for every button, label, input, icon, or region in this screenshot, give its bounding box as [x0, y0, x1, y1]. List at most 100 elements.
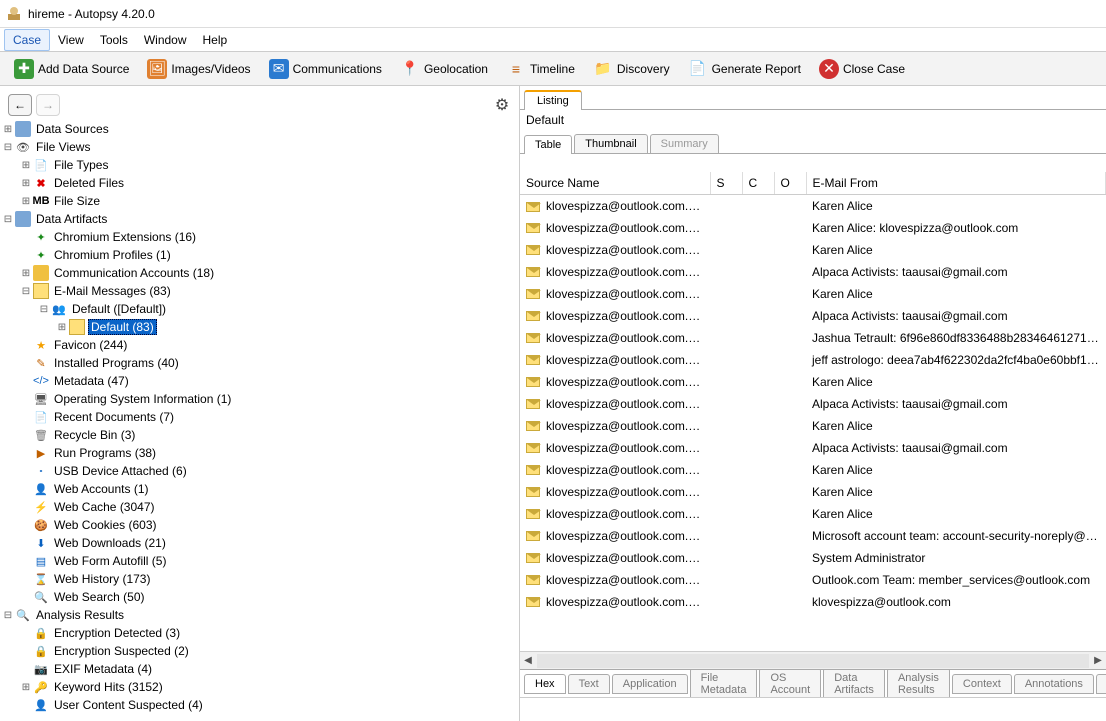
- scroll-track[interactable]: [537, 654, 1089, 668]
- tree-metadata[interactable]: Metadata (47): [52, 374, 131, 388]
- menu-case[interactable]: Case: [4, 29, 50, 51]
- expand-icon[interactable]: ⊞: [20, 160, 32, 171]
- tree-web-dl[interactable]: Web Downloads (21): [52, 536, 168, 550]
- tree-chrome-ext[interactable]: Chromium Extensions (16): [52, 230, 198, 244]
- scroll-left-icon[interactable]: ◀: [520, 655, 536, 666]
- table-row[interactable]: klovespizza@outlook.com.ostKaren Alice: [520, 503, 1106, 525]
- geolocation-button[interactable]: 📍 Geolocation: [392, 56, 496, 82]
- tree-web-cache[interactable]: Web Cache (3047): [52, 500, 157, 514]
- tree-data-artifacts[interactable]: Data Artifacts: [34, 212, 109, 226]
- col-email-from[interactable]: E-Mail From: [806, 172, 1106, 195]
- tree-comm-accts[interactable]: Communication Accounts (18): [52, 266, 216, 280]
- btab-text[interactable]: Text: [568, 674, 610, 694]
- expand-icon[interactable]: ⊞: [20, 682, 32, 693]
- add-data-source-button[interactable]: ✚ Add Data Source: [6, 56, 137, 82]
- col-c[interactable]: C: [742, 172, 774, 195]
- table-row[interactable]: klovespizza@outlook.com.ostAlpaca Activi…: [520, 437, 1106, 459]
- tree-panel[interactable]: ← → ⚙ ⊞Data Sources ⊟👁File Views ⊞📄File …: [0, 86, 520, 721]
- expand-icon[interactable]: ⊞: [20, 178, 32, 189]
- btab-application[interactable]: Application: [612, 674, 688, 694]
- view-tab-summary[interactable]: Summary: [650, 134, 719, 153]
- menu-view[interactable]: View: [50, 30, 92, 50]
- tab-listing[interactable]: Listing: [524, 90, 582, 110]
- btab-other[interactable]: Other: [1096, 674, 1106, 694]
- table-row[interactable]: klovespizza@outlook.com.ostJashua Tetrau…: [520, 327, 1106, 349]
- table-row[interactable]: klovespizza@outlook.com.ostjeff astrolog…: [520, 349, 1106, 371]
- timeline-button[interactable]: ≡ Timeline: [498, 56, 583, 82]
- results-table-wrap[interactable]: Source Name S C O E-Mail From klovespizz…: [520, 172, 1106, 651]
- table-row[interactable]: klovespizza@outlook.com.ostMicrosoft acc…: [520, 525, 1106, 547]
- btab-file-metadata[interactable]: File Metadata: [690, 669, 758, 697]
- table-row[interactable]: klovespizza@outlook.com.ostAlpaca Activi…: [520, 393, 1106, 415]
- col-o[interactable]: O: [774, 172, 806, 195]
- horizontal-scrollbar[interactable]: ◀ ▶: [520, 651, 1106, 669]
- tree-web-cookies[interactable]: Web Cookies (603): [52, 518, 159, 532]
- tree-user-content[interactable]: User Content Suspected (4): [52, 698, 205, 712]
- tree-web-search[interactable]: Web Search (50): [52, 590, 147, 604]
- menu-window[interactable]: Window: [136, 30, 195, 50]
- gear-icon[interactable]: ⚙: [491, 94, 513, 116]
- tree-default-selected[interactable]: Default (83): [88, 319, 157, 335]
- expand-icon[interactable]: ⊞: [20, 268, 32, 279]
- tree-installed[interactable]: Installed Programs (40): [52, 356, 181, 370]
- expand-icon[interactable]: ⊞: [56, 322, 68, 333]
- nav-back-button[interactable]: ←: [8, 94, 32, 116]
- expand-icon[interactable]: ⊞: [20, 196, 32, 207]
- table-row[interactable]: klovespizza@outlook.com.ostKaren Alice: [520, 195, 1106, 217]
- tree-enc-detect[interactable]: Encryption Detected (3): [52, 626, 182, 640]
- table-row[interactable]: klovespizza@outlook.com.ostOutlook.com T…: [520, 569, 1106, 591]
- table-row[interactable]: klovespizza@outlook.com.ostklovespizza@o…: [520, 591, 1106, 613]
- tree-web-hist[interactable]: Web History (173): [52, 572, 152, 586]
- menu-tools[interactable]: Tools: [92, 30, 136, 50]
- view-tab-thumbnail[interactable]: Thumbnail: [574, 134, 647, 153]
- close-case-button[interactable]: ✕ Close Case: [811, 56, 913, 82]
- tree-chrome-prof[interactable]: Chromium Profiles (1): [52, 248, 173, 262]
- images-videos-button[interactable]: 🖼 Images/Videos: [139, 56, 258, 82]
- btab-os-account[interactable]: OS Account: [759, 669, 821, 697]
- tree-kw-hits[interactable]: Keyword Hits (3152): [52, 680, 165, 694]
- tree-data-sources[interactable]: Data Sources: [34, 122, 111, 136]
- tree-enc-susp[interactable]: Encryption Suspected (2): [52, 644, 191, 658]
- col-source-name[interactable]: Source Name: [520, 172, 710, 195]
- collapse-icon[interactable]: ⊟: [38, 304, 50, 315]
- tree-recycle[interactable]: Recycle Bin (3): [52, 428, 137, 442]
- tree-email-messages[interactable]: E-Mail Messages (83): [52, 284, 173, 298]
- btab-analysis-results[interactable]: Analysis Results: [887, 669, 950, 697]
- table-row[interactable]: klovespizza@outlook.com.ostKaren Alice: …: [520, 217, 1106, 239]
- tree-web-acct[interactable]: Web Accounts (1): [52, 482, 151, 496]
- tree-analysis-results[interactable]: Analysis Results: [34, 608, 126, 622]
- expand-icon[interactable]: ⊞: [2, 124, 14, 135]
- nav-forward-button[interactable]: →: [36, 94, 60, 116]
- btab-hex[interactable]: Hex: [524, 674, 566, 694]
- table-row[interactable]: klovespizza@outlook.com.ostAlpaca Activi…: [520, 305, 1106, 327]
- discovery-button[interactable]: 📁 Discovery: [585, 56, 678, 82]
- tree-run-prog[interactable]: Run Programs (38): [52, 446, 158, 460]
- table-row[interactable]: klovespizza@outlook.com.ostKaren Alice: [520, 239, 1106, 261]
- tree-recent[interactable]: Recent Documents (7): [52, 410, 176, 424]
- col-s[interactable]: S: [710, 172, 742, 195]
- table-row[interactable]: klovespizza@outlook.com.ostKaren Alice: [520, 415, 1106, 437]
- generate-report-button[interactable]: 📄 Generate Report: [680, 56, 809, 82]
- collapse-icon[interactable]: ⊟: [20, 286, 32, 297]
- tree-deleted-files[interactable]: Deleted Files: [52, 176, 126, 190]
- table-row[interactable]: klovespizza@outlook.com.ostAlpaca Activi…: [520, 261, 1106, 283]
- collapse-icon[interactable]: ⊟: [2, 214, 14, 225]
- view-tab-table[interactable]: Table: [524, 135, 572, 154]
- tree-file-types[interactable]: File Types: [52, 158, 110, 172]
- btab-context[interactable]: Context: [952, 674, 1012, 694]
- tree-usb[interactable]: USB Device Attached (6): [52, 464, 189, 478]
- table-row[interactable]: klovespizza@outlook.com.ostKaren Alice: [520, 371, 1106, 393]
- communications-button[interactable]: ✉ Communications: [261, 56, 390, 82]
- tree-file-views[interactable]: File Views: [34, 140, 92, 154]
- btab-data-artifacts[interactable]: Data Artifacts: [823, 669, 885, 697]
- menu-help[interactable]: Help: [195, 30, 236, 50]
- btab-annotations[interactable]: Annotations: [1014, 674, 1094, 694]
- scroll-right-icon[interactable]: ▶: [1090, 655, 1106, 666]
- collapse-icon[interactable]: ⊟: [2, 142, 14, 153]
- tree-default-group[interactable]: Default ([Default]): [70, 302, 168, 316]
- table-row[interactable]: klovespizza@outlook.com.ostKaren Alice: [520, 283, 1106, 305]
- tree-exif[interactable]: EXIF Metadata (4): [52, 662, 154, 676]
- tree-web-form[interactable]: Web Form Autofill (5): [52, 554, 168, 568]
- collapse-icon[interactable]: ⊟: [2, 610, 14, 621]
- tree-os-info[interactable]: Operating System Information (1): [52, 392, 233, 406]
